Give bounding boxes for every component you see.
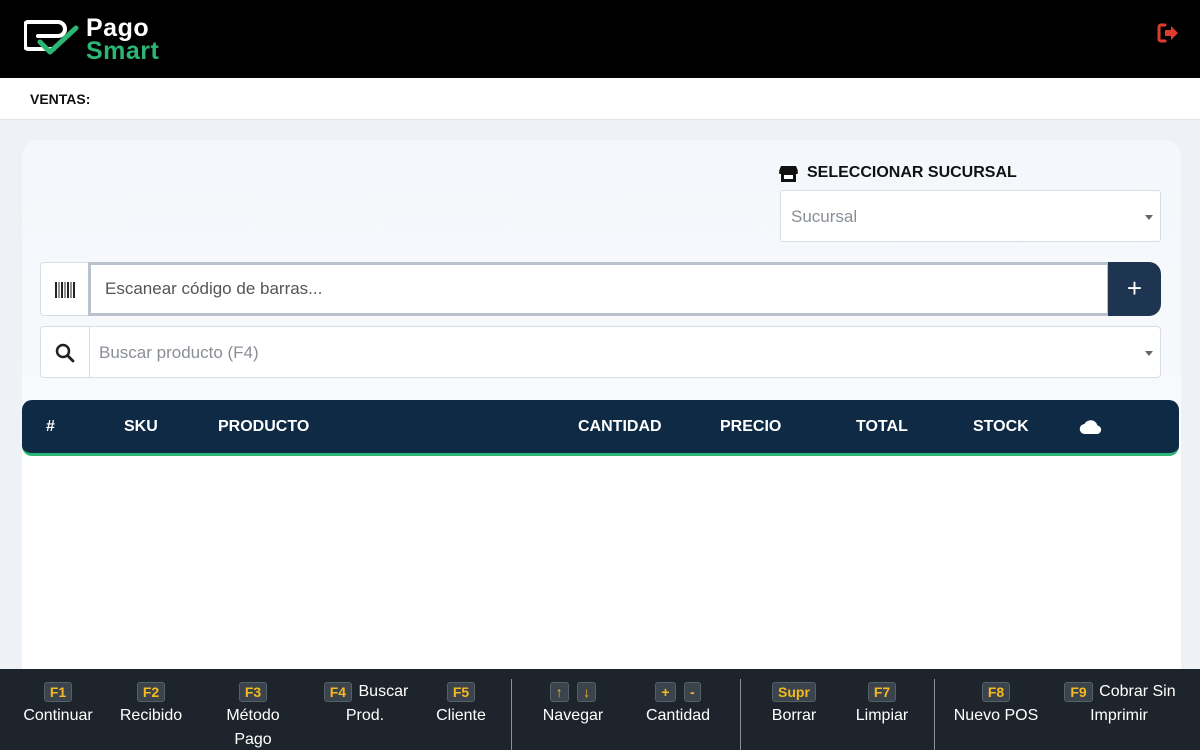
column-header-stock: STOCK xyxy=(973,418,1029,435)
page-title: VENTAS: xyxy=(30,91,91,107)
chevron-down-icon xyxy=(1145,215,1153,220)
shortcut-f3-metodo-pago[interactable]: F3 Método Pago xyxy=(213,680,293,750)
sales-table-body xyxy=(22,458,1179,668)
key-f1: F1 xyxy=(43,681,73,702)
shortcut-label-line3: Pago xyxy=(234,731,272,748)
logo-text-smart: Smart xyxy=(86,37,160,65)
shortcut-label: Cantidad xyxy=(645,707,711,724)
product-search-group[interactable]: Buscar producto (F4) xyxy=(40,326,1161,378)
shortcut-f5-cliente[interactable]: F5 Cliente xyxy=(421,680,501,728)
search-addon xyxy=(41,327,90,377)
column-header-quantity: CANTIDAD xyxy=(578,418,662,435)
shortcut-arrows-navegar[interactable]: ↑ ↓ Navegar xyxy=(528,680,618,728)
key-f2: F2 xyxy=(136,681,166,702)
column-header-total: TOTAL xyxy=(856,418,908,435)
shortcut-label: Limpiar xyxy=(855,707,909,724)
logout-button[interactable] xyxy=(1156,20,1182,46)
barcode-icon xyxy=(55,282,75,298)
shortcut-f9-cobrar-sin-imprimir[interactable]: F9 Cobrar Sin Imprimir xyxy=(1054,680,1184,728)
divider xyxy=(511,679,512,750)
branch-select[interactable]: Sucursal xyxy=(780,190,1161,242)
key-f7: F7 xyxy=(867,681,897,702)
branch-select-placeholder: Sucursal xyxy=(791,207,858,226)
store-icon xyxy=(779,165,798,182)
add-product-button[interactable]: + xyxy=(1108,262,1161,316)
sign-out-icon xyxy=(1157,23,1178,43)
key-f3: F3 xyxy=(238,681,268,702)
barcode-addon xyxy=(40,262,90,316)
divider xyxy=(740,679,741,750)
shortcut-f7-limpiar[interactable]: F7 Limpiar xyxy=(842,680,922,728)
shortcut-bar: F1 Continuar F2 Recibido F3 Método Pago … xyxy=(0,669,1200,750)
shortcut-label-line1: Buscar xyxy=(358,683,409,700)
logo-mark-icon xyxy=(24,20,79,55)
chevron-down-icon xyxy=(1145,351,1153,356)
product-search-placeholder: Buscar producto (F4) xyxy=(99,343,259,362)
barcode-input[interactable] xyxy=(88,262,1110,316)
shortcut-label: Método xyxy=(226,707,280,724)
top-bar: Pago Smart xyxy=(0,0,1200,78)
search-icon xyxy=(55,343,75,363)
key-arrow-down: ↓ xyxy=(577,681,597,702)
key-f8: F8 xyxy=(981,681,1011,702)
shortcut-label: Recibido xyxy=(119,707,183,724)
key-arrow-up: ↑ xyxy=(549,681,569,702)
cloud-icon[interactable] xyxy=(1079,418,1103,434)
pagosmart-logo[interactable]: Pago Smart xyxy=(24,14,184,64)
key-plus: + xyxy=(655,681,676,702)
key-supr: Supr xyxy=(772,681,816,702)
shortcut-label: Continuar xyxy=(23,707,93,724)
shortcut-label: Navegar xyxy=(542,707,604,724)
page-header: VENTAS: xyxy=(0,78,1200,120)
shortcut-f1-continuar[interactable]: F1 Continuar xyxy=(18,680,98,728)
key-f9: F9 xyxy=(1064,681,1093,702)
column-header-number: # xyxy=(46,418,55,435)
shortcut-label: Borrar xyxy=(771,707,817,724)
shortcut-label: Cliente xyxy=(436,707,486,724)
shortcut-plus-minus-cantidad[interactable]: + - Cantidad xyxy=(633,680,723,728)
sales-table-header: # SKU PRODUCTO CANTIDAD PRECIO TOTAL STO… xyxy=(22,400,1179,456)
divider xyxy=(934,679,935,750)
shortcut-f2-recibido[interactable]: F2 Recibido xyxy=(111,680,191,728)
shortcut-label: Nuevo POS xyxy=(953,707,1039,724)
column-header-sku: SKU xyxy=(124,418,158,435)
shortcut-label: Prod. xyxy=(345,707,385,724)
shortcut-supr-borrar[interactable]: Supr Borrar xyxy=(754,680,834,728)
shortcut-f8-nuevo-pos[interactable]: F8 Nuevo POS xyxy=(948,680,1044,728)
key-minus: - xyxy=(683,681,701,702)
shortcut-label-line1: Cobrar Sin xyxy=(1099,683,1176,700)
key-f4: F4 xyxy=(323,681,353,702)
column-header-price: PRECIO xyxy=(720,418,782,435)
key-f5: F5 xyxy=(446,681,476,702)
shortcut-f4-buscar-prod[interactable]: F4 Buscar Prod. xyxy=(310,680,420,728)
branch-label: SELECCIONAR SUCURSAL xyxy=(779,162,1017,184)
shortcut-label: Imprimir xyxy=(1090,707,1148,724)
branch-label-text: SELECCIONAR SUCURSAL xyxy=(807,164,1017,181)
barcode-scan-group: + xyxy=(40,262,1161,316)
column-header-product: PRODUCTO xyxy=(218,418,310,435)
